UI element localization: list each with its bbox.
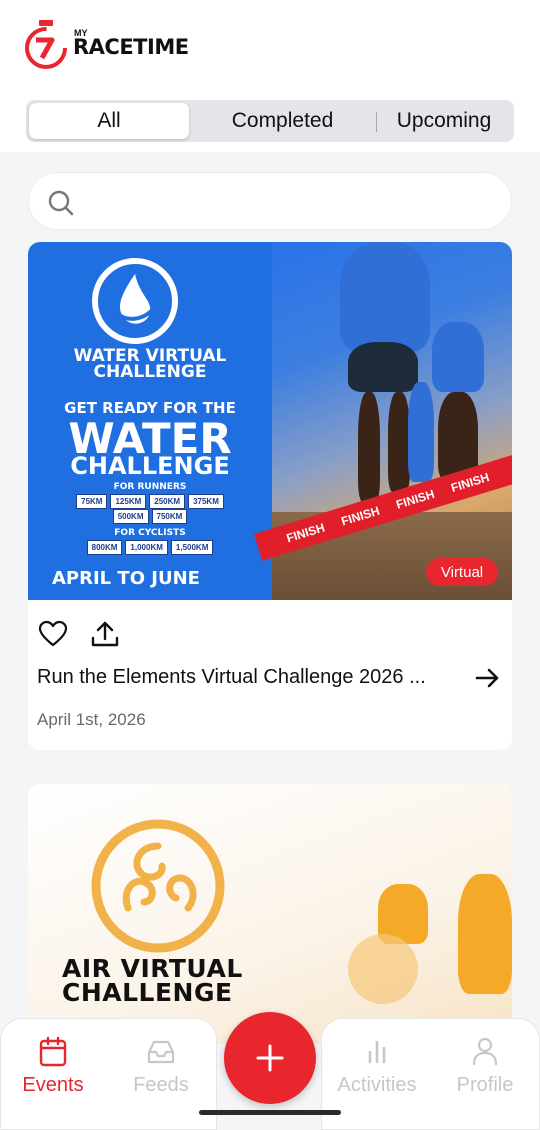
nav-feeds-label: Feeds bbox=[133, 1074, 189, 1096]
virtual-badge: Virtual bbox=[426, 558, 498, 586]
bike-wheel bbox=[348, 934, 418, 1004]
bar-chart-icon bbox=[368, 1040, 386, 1064]
runner-leg bbox=[388, 392, 410, 492]
nav-profile-label: Profile bbox=[456, 1074, 514, 1096]
air-swirl-icon bbox=[91, 819, 225, 953]
distance-chip: 800KM bbox=[86, 540, 123, 555]
finish-text: FINISH bbox=[284, 520, 327, 546]
event-filter-tabs: All Completed Upcoming bbox=[26, 100, 514, 142]
runner-distances-row2: 500KM 750KM bbox=[28, 509, 272, 524]
distance-chip: 250KM bbox=[149, 494, 186, 509]
logo-brand-text: RACETIME bbox=[73, 35, 189, 59]
runner-shirt bbox=[408, 382, 434, 482]
search-icon bbox=[48, 190, 74, 216]
card-actions bbox=[38, 620, 120, 648]
distance-chip: 1,500KM bbox=[170, 540, 214, 555]
tab-completed[interactable]: Completed bbox=[189, 103, 376, 139]
finish-text: FINISH bbox=[339, 503, 382, 529]
add-event-button[interactable] bbox=[224, 1012, 316, 1104]
runner-shirt bbox=[340, 242, 430, 352]
event-banner-image[interactable]: WATER VIRTUAL CHALLENGE GET READY FOR TH… bbox=[28, 242, 512, 600]
water-drop-icon bbox=[92, 258, 178, 344]
distance-chip: 750KM bbox=[151, 509, 188, 524]
distance-chip: 75KM bbox=[76, 494, 108, 509]
banner-challenge: CHALLENGE bbox=[70, 452, 230, 480]
finish-text: FINISH bbox=[449, 470, 491, 496]
nav-events-label: Events bbox=[22, 1074, 84, 1096]
inbox-icon bbox=[147, 1040, 175, 1064]
nav-profile[interactable]: Profile bbox=[435, 1036, 535, 1097]
air-title-line2: CHALLENGE bbox=[62, 978, 233, 1007]
arrow-right-icon[interactable] bbox=[475, 667, 501, 689]
distance-chip: 125KM bbox=[110, 494, 147, 509]
cyclist-distances: 800KM 1,000KM 1,500KM bbox=[28, 540, 272, 555]
event-date: April 1st, 2026 bbox=[37, 710, 146, 729]
nav-events[interactable]: Events bbox=[3, 1036, 103, 1097]
user-icon bbox=[472, 1037, 498, 1066]
event-title-row[interactable]: Run the Elements Virtual Challenge 2026 … bbox=[37, 666, 501, 689]
tab-upcoming[interactable]: Upcoming bbox=[377, 103, 511, 139]
event-card[interactable]: AIR VIRTUAL CHALLENGE bbox=[28, 784, 512, 1044]
banner-left-panel: WATER VIRTUAL CHALLENGE GET READY FOR TH… bbox=[28, 242, 272, 600]
share-upload-icon[interactable] bbox=[90, 620, 120, 648]
runner-shirt bbox=[432, 322, 484, 392]
calendar-icon bbox=[39, 1036, 67, 1067]
banner-dates: APRIL TO JUNE bbox=[52, 568, 200, 589]
banner-title-line2: CHALLENGE bbox=[93, 362, 207, 382]
nav-activities-label: Activities bbox=[337, 1074, 417, 1096]
runner-shorts bbox=[348, 342, 418, 392]
banner-cyclists-label: FOR CYCLISTS bbox=[114, 528, 186, 538]
distance-chip: 375KM bbox=[188, 494, 224, 509]
distance-chip: 1,000KM bbox=[125, 540, 168, 555]
event-banner-image[interactable]: AIR VIRTUAL CHALLENGE bbox=[28, 784, 512, 1044]
event-title[interactable]: Run the Elements Virtual Challenge 2026 … bbox=[37, 666, 426, 689]
plus-icon bbox=[256, 1044, 284, 1072]
heart-icon[interactable] bbox=[38, 620, 68, 648]
nav-activities[interactable]: Activities bbox=[327, 1036, 427, 1097]
top-bar: MY RACETIME All Completed Upcoming bbox=[0, 0, 540, 152]
nav-feeds[interactable]: Feeds bbox=[111, 1036, 211, 1097]
banner-runners-label: FOR RUNNERS bbox=[113, 482, 187, 492]
home-indicator bbox=[199, 1110, 341, 1115]
tab-all[interactable]: All bbox=[29, 103, 189, 139]
event-card[interactable]: WATER VIRTUAL CHALLENGE GET READY FOR TH… bbox=[28, 242, 512, 750]
runner-figure bbox=[458, 874, 512, 994]
app-logo: MY RACETIME bbox=[24, 18, 194, 70]
finish-text: FINISH bbox=[394, 486, 437, 512]
stopwatch-logo-icon bbox=[25, 20, 67, 69]
runner-leg bbox=[358, 392, 380, 502]
search-input[interactable] bbox=[28, 172, 512, 230]
runner-distances-row1: 75KM 125KM 250KM 375KM bbox=[28, 494, 272, 509]
distance-chip: 500KM bbox=[112, 509, 149, 524]
